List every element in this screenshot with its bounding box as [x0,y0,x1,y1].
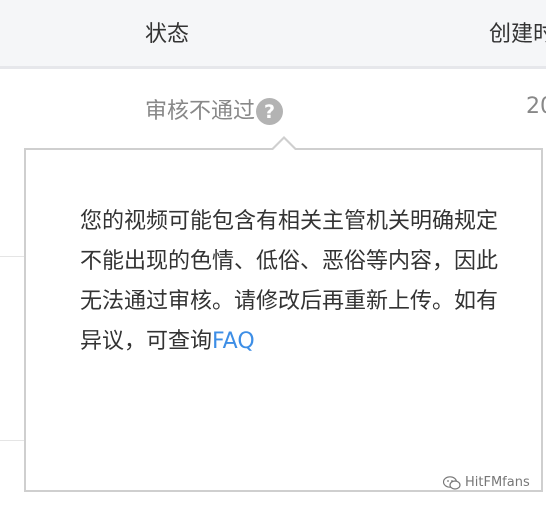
column-header-created: 创建时 [489,22,546,47]
row-divider [0,440,26,441]
created-cell: 20 [526,94,546,119]
tooltip-arrow-inner [273,139,295,150]
column-header-status: 状态 [145,22,190,47]
tooltip-message: 您的视频可能包含有相关主管机关明确规定不能出现的色情、低俗、恶俗等内容，因此无法… [80,209,499,354]
status-text: 审核不通过 [145,98,256,124]
watermark-text: HitFMfans [465,475,530,490]
row-divider [0,256,26,257]
status-cell: 审核不通过 ? [145,92,284,125]
tooltip-message-block: 您的视频可能包含有相关主管机关明确规定不能出现的色情、低俗、恶俗等内容，因此无法… [80,202,498,362]
faq-link[interactable]: FAQ [212,329,255,354]
watermark: HitFMfans [443,475,530,490]
rejection-tooltip: 您的视频可能包含有相关主管机关明确规定不能出现的色情、低俗、恶俗等内容，因此无法… [24,148,543,492]
question-mark-icon[interactable]: ? [256,98,284,125]
wechat-icon [443,475,461,490]
table-header: 状态 创建时 [0,0,546,69]
